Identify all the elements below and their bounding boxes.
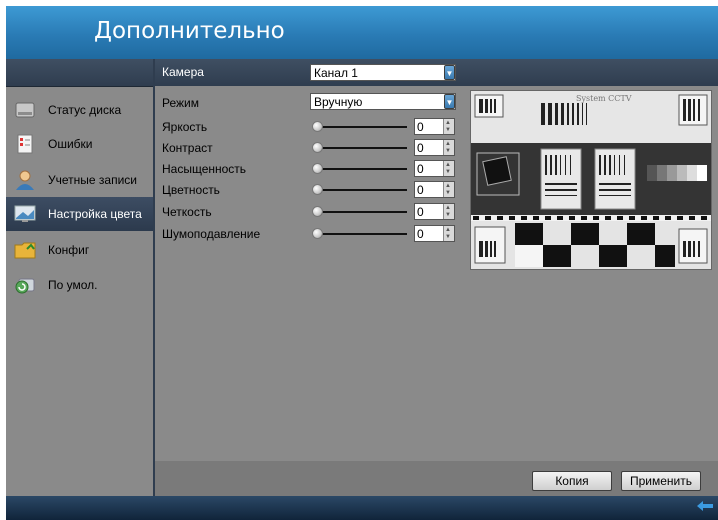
mode-select[interactable]: Вручную ▼ [310,93,456,110]
brightness-spinbox[interactable]: 0 ▲ ▼ [414,118,455,135]
sidebar-item-label: По умол. [48,278,98,292]
sidebar-item-disk-status[interactable]: Статус диска [6,93,153,127]
camera-select[interactable]: Канал 1 ▼ [310,64,456,81]
slider-handle[interactable] [312,206,323,217]
camera-header: Камера Канал 1 ▼ [155,59,718,86]
monitor-icon [14,204,36,224]
chevron-down-icon[interactable]: ▼ [444,65,455,80]
back-arrow-icon[interactable] [696,499,714,513]
sharpness-label: Четкость [162,205,212,219]
sidebar-item-config[interactable]: Конфиг [6,233,153,267]
apply-button[interactable]: Применить [621,471,701,491]
user-icon [14,170,36,190]
brightness-slider[interactable] [312,120,407,134]
sidebar-item-label: Статус диска [48,103,122,117]
sidebar-item-defaults[interactable]: По умол. [6,268,153,302]
chevron-down-icon[interactable]: ▼ [444,94,455,109]
sidebar: Статус диска Ошибки Учетные записи Настр… [6,59,153,496]
saturation-slider[interactable] [312,162,407,176]
panel-footer: Копия Применить [155,461,718,496]
sharpness-slider[interactable] [312,205,407,219]
color-settings-panel: Камера Канал 1 ▼ Режим Вручную ▼ Яркость… [153,59,718,496]
camera-label: Камера [162,65,204,79]
title-bar: Дополнительно [6,6,718,59]
mode-select-value: Вручную [314,95,363,109]
slider-handle[interactable] [312,228,323,239]
sidebar-item-color-settings[interactable]: Настройка цвета [6,197,153,231]
sidebar-item-label: Настройка цвета [48,207,142,221]
slider-handle[interactable] [312,142,323,153]
disk-icon [14,100,36,120]
sidebar-item-label: Ошибки [48,137,93,151]
sidebar-item-label: Конфиг [48,243,90,257]
sidebar-header [6,59,153,87]
noise-reduction-slider[interactable] [312,227,407,241]
sidebar-item-errors[interactable]: Ошибки [6,127,153,161]
noise-reduction-label: Шумоподавление [162,227,261,241]
test-pattern-image: System CCTV [471,91,711,269]
sidebar-item-accounts[interactable]: Учетные записи [6,163,153,197]
contrast-spinbox[interactable]: 0 ▲ ▼ [414,139,455,156]
slider-handle[interactable] [312,184,323,195]
error-log-icon [14,134,36,154]
slider-handle[interactable] [312,163,323,174]
mode-label: Режим [162,96,199,110]
sharpness-spinbox[interactable]: 0 ▲ ▼ [414,203,455,220]
brightness-label: Яркость [162,120,208,134]
copy-button[interactable]: Копия [532,471,612,491]
noise-reduction-spinbox[interactable]: 0 ▲ ▼ [414,225,455,242]
slider-handle[interactable] [312,121,323,132]
saturation-spinbox[interactable]: 0 ▲ ▼ [414,160,455,177]
window-title: Дополнительно [94,18,285,44]
status-bar [6,496,718,520]
contrast-slider[interactable] [312,141,407,155]
saturation-label: Насыщенность [162,162,247,176]
preview-caption: System CCTV [576,94,632,103]
contrast-label: Контраст [162,141,213,155]
camera-select-value: Канал 1 [314,66,358,80]
hue-spinbox[interactable]: 0 ▲ ▼ [414,181,455,198]
folder-icon [14,240,36,260]
reset-icon [14,275,36,295]
hue-slider[interactable] [312,183,407,197]
camera-preview: System CCTV [470,90,712,270]
hue-label: Цветность [162,183,220,197]
sidebar-item-label: Учетные записи [48,173,137,187]
